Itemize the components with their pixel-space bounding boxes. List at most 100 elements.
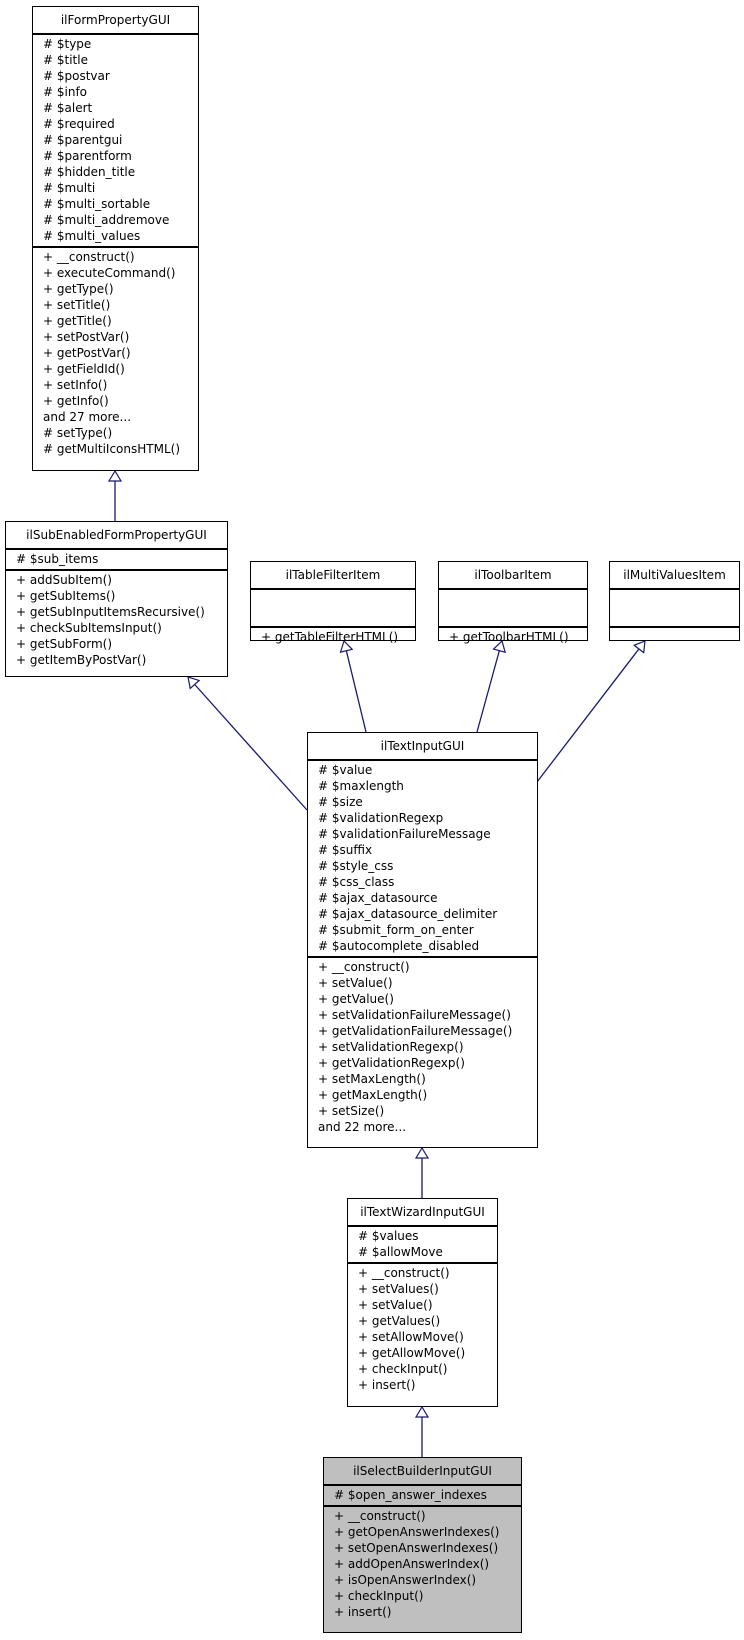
method-row: + getFieldId() bbox=[43, 362, 125, 376]
attributes-section: # $open_answer_indexes bbox=[324, 1486, 521, 1507]
method-row: + getSubItems() bbox=[16, 589, 116, 603]
method-row: + insert() bbox=[334, 1605, 392, 1619]
attribute-row: # $info bbox=[43, 85, 88, 99]
attribute-row: # $validationFailureMessage bbox=[318, 827, 491, 841]
method-row: + getInfo() bbox=[43, 394, 109, 408]
method-row: + __construct() bbox=[43, 250, 135, 264]
methods-section: + __construct() + executeCommand() + getTy… bbox=[33, 248, 198, 459]
method-row: + __construct() bbox=[334, 1509, 426, 1523]
methods-section: + __construct() + setValues() + setValue()… bbox=[348, 1264, 497, 1395]
attribute-row: # $style_css bbox=[318, 859, 394, 873]
method-row: + getAllowMove() bbox=[358, 1346, 466, 1360]
methods-section: + getToolbarHTML() bbox=[439, 628, 587, 647]
class-ilToolbarItem[interactable]: ilToolbarItem + getToolbarHTML() bbox=[438, 561, 588, 644]
attribute-row: # $sub_items bbox=[16, 552, 99, 566]
method-row: + checkInput() bbox=[334, 1589, 424, 1603]
attribute-row: # $alert bbox=[43, 101, 93, 115]
method-row: + setSize() bbox=[318, 1104, 385, 1118]
method-row: # getMultiIconsHTML() bbox=[43, 442, 180, 456]
attributes-section: # $value # $maxlength # $size # $validation… bbox=[308, 761, 537, 958]
attribute-row: # $allowMove bbox=[358, 1245, 443, 1259]
method-row: and 22 more... bbox=[318, 1120, 407, 1134]
attribute-row: # $multi bbox=[43, 181, 96, 195]
attributes-section bbox=[439, 590, 587, 628]
attributes-section: # $sub_items bbox=[6, 550, 227, 571]
method-row: + getValue() bbox=[318, 992, 394, 1006]
methods-section: + getTableFilterHTML() bbox=[251, 628, 415, 647]
attribute-row: # $hidden_title bbox=[43, 165, 136, 179]
class-title: ilTextInputGUI bbox=[308, 733, 537, 761]
method-row: + setOpenAnswerIndexes() bbox=[334, 1541, 499, 1555]
class-title: ilTextWizardInputGUI bbox=[348, 1199, 497, 1227]
method-row: and 27 more... bbox=[43, 410, 132, 424]
method-row: + getValidationRegexp() bbox=[318, 1056, 465, 1070]
method-row: + setValues() bbox=[358, 1282, 439, 1296]
attributes-section: # $values # $allowMove bbox=[348, 1227, 497, 1264]
method-row: + executeCommand() bbox=[43, 266, 176, 280]
method-row: + setPostVar() bbox=[43, 330, 130, 344]
method-row: + getSubForm() bbox=[16, 637, 113, 651]
method-row: + addOpenAnswerIndex() bbox=[334, 1557, 490, 1571]
edge-ilTextInputGUI-to-ilToolbarItem bbox=[476, 641, 502, 733]
method-row: + setAllowMove() bbox=[358, 1330, 464, 1344]
method-row: + setValidationFailureMessage() bbox=[318, 1008, 511, 1022]
method-row: + addSubItem() bbox=[16, 573, 112, 587]
attribute-row: # $title bbox=[43, 53, 88, 67]
attribute-row: # $ajax_datasource bbox=[318, 891, 438, 905]
attribute-row: # $type bbox=[43, 37, 92, 51]
method-row: # setType() bbox=[43, 426, 113, 440]
attribute-row: # $parentform bbox=[43, 149, 132, 163]
method-row: + __construct() bbox=[358, 1266, 450, 1280]
attribute-row: # $required bbox=[43, 117, 115, 131]
attribute-row: # $postvar bbox=[43, 69, 110, 83]
attribute-row: # $parentgui bbox=[43, 133, 123, 147]
edge-ilTextInputGUI-to-ilSubEnabledFormPropertyGUI bbox=[188, 677, 308, 811]
attribute-row: # $suffix bbox=[318, 843, 373, 857]
methods-section: + addSubItem() + getSubItems() + getSubInp… bbox=[6, 571, 227, 670]
methods-section: + __construct() + getOpenAnswerIndexes() +… bbox=[324, 1507, 521, 1622]
method-row: + setValue() bbox=[358, 1298, 433, 1312]
edge-ilTextInputGUI-to-ilTableFilterItem bbox=[344, 641, 367, 733]
method-row: + getItemByPostVar() bbox=[16, 653, 147, 667]
class-title: ilSelectBuilderInputGUI bbox=[324, 1458, 521, 1486]
method-row: + __construct() bbox=[318, 960, 410, 974]
method-row: + checkInput() bbox=[358, 1362, 448, 1376]
method-row: + setInfo() bbox=[43, 378, 108, 392]
class-ilFormPropertyGUI[interactable]: ilFormPropertyGUI # $type # $title # $post… bbox=[32, 6, 199, 471]
method-row: + getSubInputItemsRecursive() bbox=[16, 605, 205, 619]
attribute-row: # $value bbox=[318, 763, 373, 777]
method-row: + isOpenAnswerIndex() bbox=[334, 1573, 477, 1587]
class-title: ilMultiValuesItem bbox=[610, 562, 739, 590]
attribute-row: # $css_class bbox=[318, 875, 395, 889]
method-row: + setMaxLength() bbox=[318, 1072, 426, 1086]
class-ilTextInputGUI[interactable]: ilTextInputGUI # $value # $maxlength # $si… bbox=[307, 732, 538, 1148]
class-ilSelectBuilderInputGUI[interactable]: ilSelectBuilderInputGUI # $open_answer_i… bbox=[323, 1457, 522, 1633]
method-row: + getOpenAnswerIndexes() bbox=[334, 1525, 500, 1539]
class-ilMultiValuesItem[interactable]: ilMultiValuesItem bbox=[609, 561, 740, 641]
attribute-row: # $autocomplete_disabled bbox=[318, 939, 480, 953]
class-ilTextWizardInputGUI[interactable]: ilTextWizardInputGUI # $values # $allowMo… bbox=[347, 1198, 498, 1407]
attribute-row: # $open_answer_indexes bbox=[334, 1488, 487, 1502]
method-row: + getToolbarHTML() bbox=[449, 630, 569, 644]
attribute-row: # $maxlength bbox=[318, 779, 404, 793]
method-row: + checkSubItemsInput() bbox=[16, 621, 162, 635]
method-row: + setValidationRegexp() bbox=[318, 1040, 464, 1054]
method-row: + getTitle() bbox=[43, 314, 112, 328]
attributes-section bbox=[610, 590, 739, 628]
class-ilSubEnabledFormPropertyGUI[interactable]: ilSubEnabledFormPropertyGUI # $sub_items… bbox=[5, 521, 228, 677]
attribute-row: # $size bbox=[318, 795, 363, 809]
methods-section bbox=[610, 628, 739, 666]
attribute-row: # $submit_form_on_enter bbox=[318, 923, 474, 937]
attribute-row: # $multi_addremove bbox=[43, 213, 170, 227]
methods-section: + __construct() + setValue() + getValue() +… bbox=[308, 958, 537, 1137]
class-title: ilFormPropertyGUI bbox=[33, 7, 198, 35]
attribute-row: # $validationRegexp bbox=[318, 811, 444, 825]
attributes-section bbox=[251, 590, 415, 628]
class-ilTableFilterItem[interactable]: ilTableFilterItem + getTableFilterHTML() bbox=[250, 561, 416, 644]
method-row: + insert() bbox=[358, 1378, 416, 1392]
method-row: + getValidationFailureMessage() bbox=[318, 1024, 513, 1038]
class-title: ilToolbarItem bbox=[439, 562, 587, 590]
method-row: + getType() bbox=[43, 282, 114, 296]
method-row: + getValues() bbox=[358, 1314, 441, 1328]
method-row: + setTitle() bbox=[43, 298, 111, 312]
